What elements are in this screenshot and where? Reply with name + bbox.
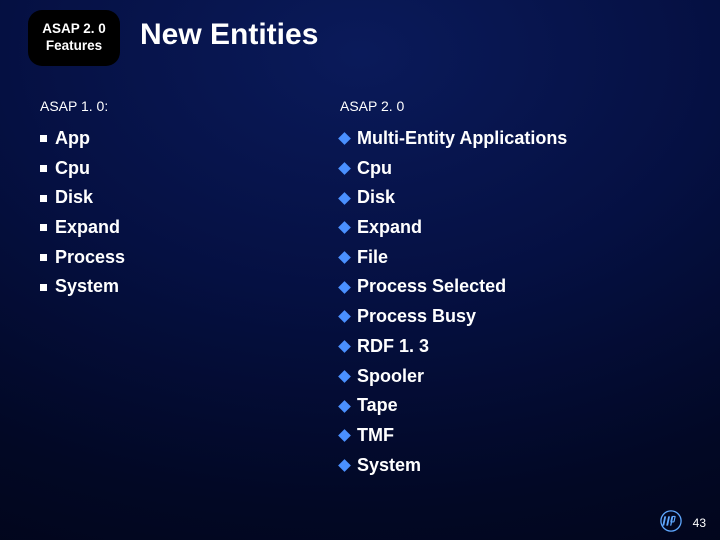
square-bullet-icon <box>40 135 47 142</box>
column-asap-2: ASAP 2. 0 Multi-Entity Applications Cpu … <box>340 98 680 480</box>
list-item-label: File <box>357 243 388 273</box>
list-item: Cpu <box>40 154 280 184</box>
list-item-label: TMF <box>357 421 394 451</box>
diamond-bullet-icon <box>338 251 351 264</box>
square-bullet-icon <box>40 165 47 172</box>
list-item: Disk <box>340 183 680 213</box>
diamond-bullet-icon <box>338 132 351 145</box>
square-bullet-icon <box>40 224 47 231</box>
square-bullet-icon <box>40 284 47 291</box>
list-item: Spooler <box>340 362 680 392</box>
list-item: TMF <box>340 421 680 451</box>
list-item: System <box>40 272 280 302</box>
list-item: Expand <box>40 213 280 243</box>
list-item-label: Expand <box>357 213 422 243</box>
page-title: New Entities <box>140 18 318 52</box>
diamond-bullet-icon <box>338 459 351 472</box>
badge-line2: Features <box>46 38 102 55</box>
list-item: App <box>40 124 280 154</box>
list-item: Process Busy <box>340 302 680 332</box>
diamond-bullet-icon <box>338 340 351 353</box>
diamond-bullet-icon <box>338 192 351 205</box>
list-item-label: Disk <box>55 183 93 213</box>
list-item: Cpu <box>340 154 680 184</box>
diamond-bullet-icon <box>338 162 351 175</box>
badge-line1: ASAP 2. 0 <box>42 21 106 38</box>
diamond-bullet-icon <box>338 429 351 442</box>
diamond-bullet-icon <box>338 281 351 294</box>
list-item-label: Disk <box>357 183 395 213</box>
list-item-label: Process Selected <box>357 272 506 302</box>
list-item: System <box>340 451 680 481</box>
list-item-label: Process Busy <box>357 302 476 332</box>
list-item-label: Cpu <box>357 154 392 184</box>
column-heading-right: ASAP 2. 0 <box>340 98 680 114</box>
list-item-label: Expand <box>55 213 120 243</box>
list-item: File <box>340 243 680 273</box>
list-item: Expand <box>340 213 680 243</box>
list-asap-2: Multi-Entity Applications Cpu Disk Expan… <box>340 124 680 480</box>
list-item-label: Cpu <box>55 154 90 184</box>
list-item-label: RDF 1. 3 <box>357 332 429 362</box>
diamond-bullet-icon <box>338 370 351 383</box>
list-item: RDF 1. 3 <box>340 332 680 362</box>
list-item-label: App <box>55 124 90 154</box>
feature-badge: ASAP 2. 0 Features <box>28 10 120 66</box>
list-item-label: System <box>55 272 119 302</box>
page-number: 43 <box>693 516 706 530</box>
list-item: Disk <box>40 183 280 213</box>
list-item-label: Multi-Entity Applications <box>357 124 567 154</box>
diamond-bullet-icon <box>338 400 351 413</box>
list-item: Process <box>40 243 280 273</box>
list-item-label: Tape <box>357 391 398 421</box>
list-asap-1: App Cpu Disk Expand Process System <box>40 124 280 302</box>
list-item-label: System <box>357 451 421 481</box>
list-item: Multi-Entity Applications <box>340 124 680 154</box>
list-item: Process Selected <box>340 272 680 302</box>
column-asap-1: ASAP 1. 0: App Cpu Disk Expand Process S… <box>40 98 280 302</box>
list-item-label: Process <box>55 243 125 273</box>
square-bullet-icon <box>40 195 47 202</box>
list-item-label: Spooler <box>357 362 424 392</box>
hp-logo-icon <box>660 510 682 532</box>
list-item: Tape <box>340 391 680 421</box>
diamond-bullet-icon <box>338 222 351 235</box>
square-bullet-icon <box>40 254 47 261</box>
column-heading-left: ASAP 1. 0: <box>40 98 280 114</box>
diamond-bullet-icon <box>338 311 351 324</box>
